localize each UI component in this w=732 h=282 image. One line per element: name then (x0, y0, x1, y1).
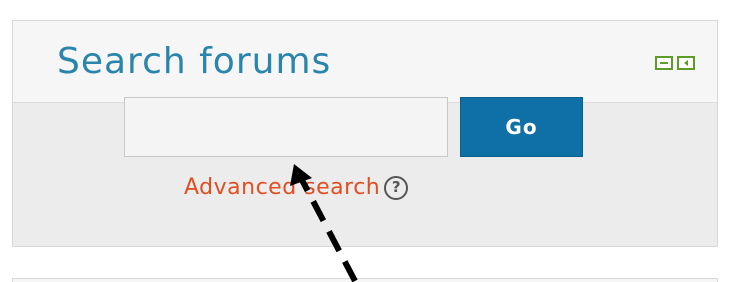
minus-square-icon[interactable] (655, 56, 673, 70)
help-icon[interactable]: ? (384, 175, 409, 200)
block-title: Search forums (57, 41, 332, 82)
advanced-search-link[interactable]: Advanced search (184, 175, 380, 200)
advanced-search-row: Advanced search ? (184, 175, 409, 200)
next-block (12, 278, 718, 282)
block-header: Search forums (13, 21, 717, 103)
search-input[interactable] (124, 97, 448, 157)
dock-left-icon[interactable] (677, 56, 695, 70)
block-controls (655, 56, 695, 70)
page: Search forums Go Advanced search ? (0, 0, 732, 282)
go-button[interactable]: Go (460, 97, 583, 157)
